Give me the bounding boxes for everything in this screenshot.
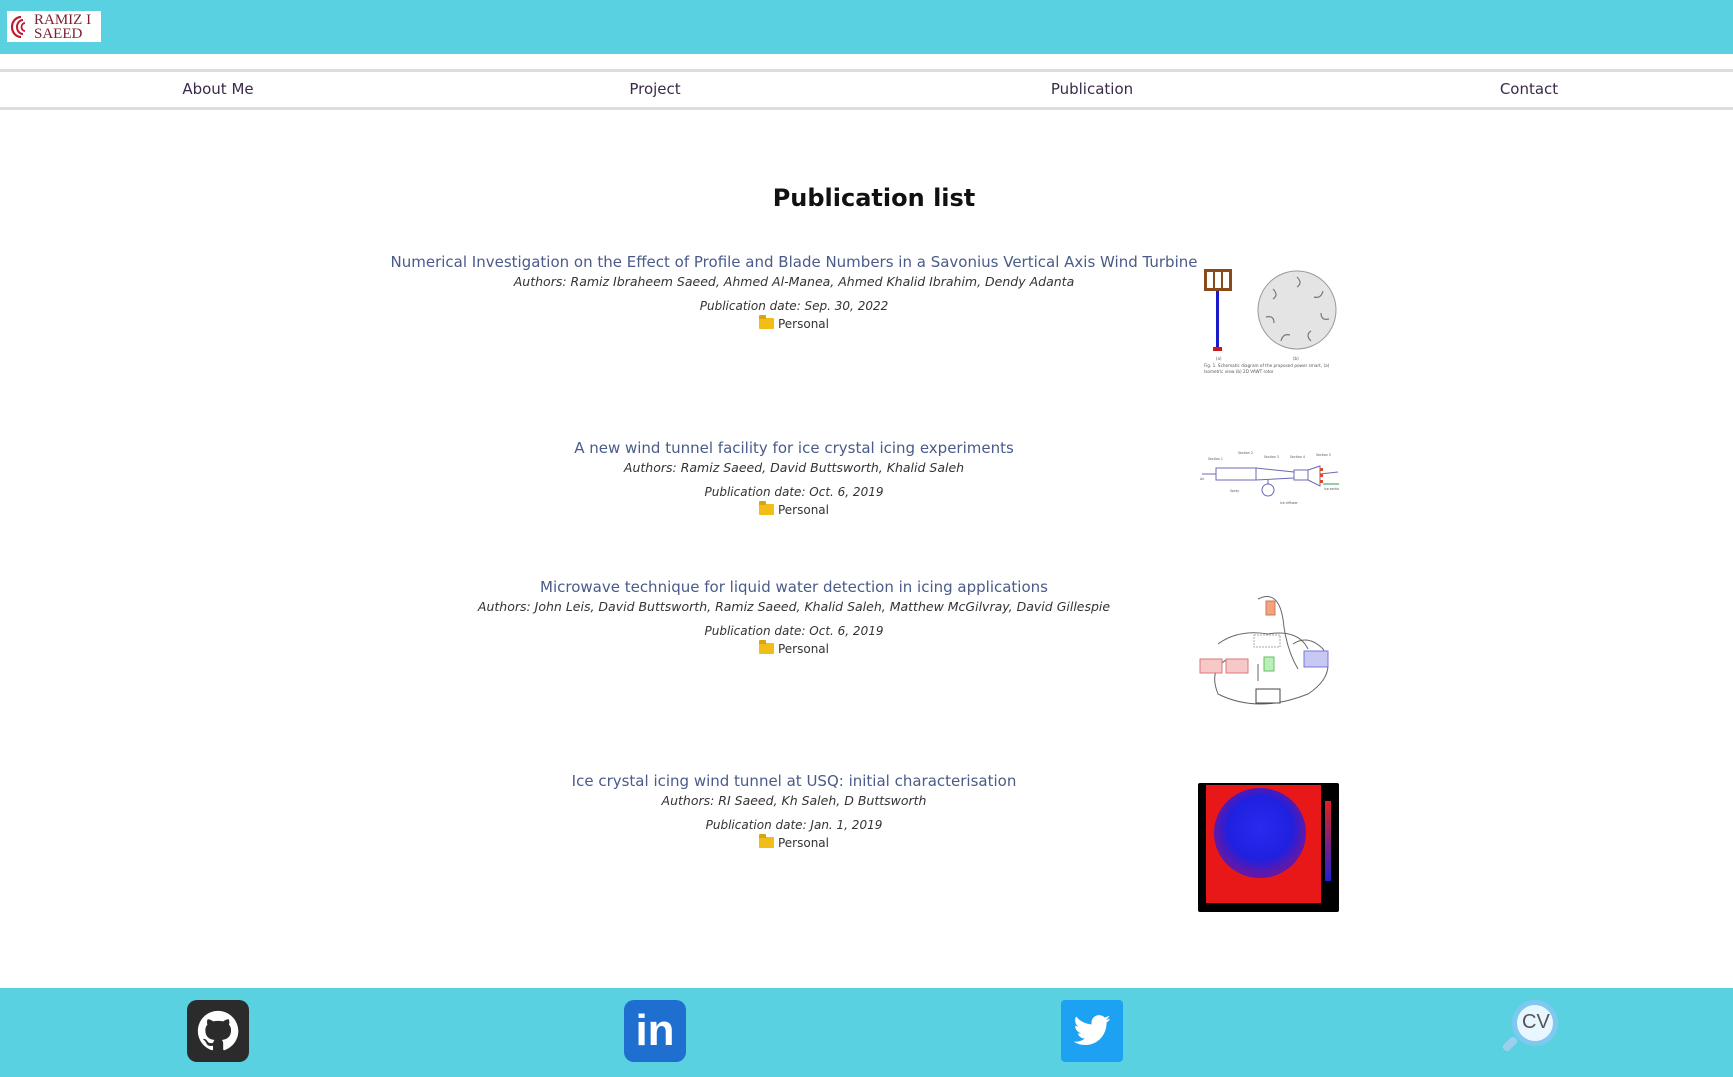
site-logo[interactable]: RAMIZ I SAEED [7, 11, 101, 42]
publication-category[interactable]: Personal [758, 315, 829, 333]
cv-icon: CV [1498, 1000, 1560, 1062]
main-nav: About Me Project Publication Contact [0, 69, 1733, 110]
publication-title-link[interactable]: Ice crystal icing wind tunnel at USQ: in… [380, 771, 1208, 791]
logo-line-2: SAEED [34, 25, 83, 42]
svg-text:Ice diffuser: Ice diffuser [1280, 501, 1298, 505]
category-label: Personal [777, 316, 829, 331]
svg-text:Isometric view (b) 2D VAWT rot: Isometric view (b) 2D VAWT rotor [1204, 369, 1274, 374]
publication-thumbnail[interactable] [1198, 783, 1339, 912]
publication-authors: Authors: Ramiz Ibraheem Saeed, Ahmed Al-… [513, 274, 1075, 289]
nav-contact[interactable]: Contact [1429, 72, 1629, 107]
publication-title-link[interactable]: Microwave technique for liquid water det… [380, 577, 1208, 597]
publication-authors: Authors: Ramiz Saeed, David Buttsworth, … [623, 460, 965, 475]
category-label: Personal [777, 502, 829, 517]
svg-text:Ice section: Ice section [1324, 487, 1339, 491]
logo-line-1: RAMIZ I [34, 11, 92, 28]
publication-thumbnail[interactable]: Section 1 Section 2 Section 3 Section 4 … [1198, 448, 1339, 508]
svg-text:Section 4: Section 4 [1290, 455, 1305, 459]
logo-mark-icon [10, 15, 26, 38]
category-label: Personal [777, 835, 829, 850]
svg-text:(b): (b) [1293, 356, 1299, 361]
folder-icon [758, 834, 774, 848]
publication-date: Publication date: Oct. 6, 2019 [704, 485, 884, 499]
svg-text:Air: Air [1200, 477, 1205, 481]
publication-date: Publication date: Sep. 30, 2022 [699, 299, 889, 313]
top-bar: RAMIZ I SAEED [0, 0, 1733, 54]
github-icon [197, 1010, 239, 1051]
svg-text:Section 2: Section 2 [1238, 451, 1253, 455]
publication-date: Publication date: Jan. 1, 2019 [705, 818, 883, 832]
github-link[interactable] [187, 1000, 249, 1062]
logo-text: RAMIZ I SAEED [34, 11, 92, 42]
nav-project[interactable]: Project [555, 72, 755, 107]
publication-text: A new wind tunnel facility for ice cryst… [380, 438, 1208, 519]
publication-text: Ice crystal icing wind tunnel at USQ: in… [380, 771, 1208, 852]
twitter-link[interactable] [1061, 1000, 1123, 1062]
cv-link[interactable]: CV [1498, 1000, 1560, 1062]
publication-title-link[interactable]: Numerical Investigation on the Effect of… [380, 252, 1208, 272]
publication-category[interactable]: Personal [758, 640, 829, 658]
publication-category[interactable]: Personal [758, 834, 829, 852]
linkedin-icon: in [635, 1006, 675, 1055]
publication-text: Numerical Investigation on the Effect of… [380, 252, 1208, 333]
svg-text:(a): (a) [1216, 356, 1222, 361]
folder-icon [758, 501, 774, 515]
svg-text:Section 3: Section 3 [1264, 455, 1279, 459]
publication-category[interactable]: Personal [758, 501, 829, 519]
svg-text:Fig. 1. Schematic diagram of t: Fig. 1. Schematic diagram of the propose… [1204, 363, 1330, 368]
cv-label: CV [1522, 1011, 1550, 1033]
category-label: Personal [777, 641, 829, 656]
twitter-icon [1073, 1015, 1111, 1045]
page-title: Publication list [772, 184, 976, 212]
nav-about-me[interactable]: About Me [118, 72, 318, 107]
publication-title-link[interactable]: A new wind tunnel facility for ice cryst… [380, 438, 1208, 458]
publication-thumbnail[interactable]: (a) (b) Fig. 1. Schematic diagram of the… [1198, 269, 1339, 379]
publication-thumbnail[interactable] [1198, 589, 1339, 711]
publication-authors: Authors: RI Saeed, Kh Saleh, D Buttswort… [661, 793, 927, 808]
publication-date: Publication date: Oct. 6, 2019 [704, 624, 884, 638]
folder-icon [758, 640, 774, 654]
folder-icon [758, 315, 774, 329]
svg-text:Section 1: Section 1 [1208, 457, 1223, 461]
nav-publication[interactable]: Publication [992, 72, 1192, 107]
publication-text: Microwave technique for liquid water det… [380, 577, 1208, 658]
svg-text:Section 5: Section 5 [1316, 453, 1331, 457]
linkedin-link[interactable]: in [624, 1000, 686, 1062]
publication-authors: Authors: John Leis, David Buttsworth, Ra… [477, 599, 1111, 614]
footer: in CV [0, 988, 1733, 1077]
svg-text:Spray: Spray [1230, 489, 1239, 493]
